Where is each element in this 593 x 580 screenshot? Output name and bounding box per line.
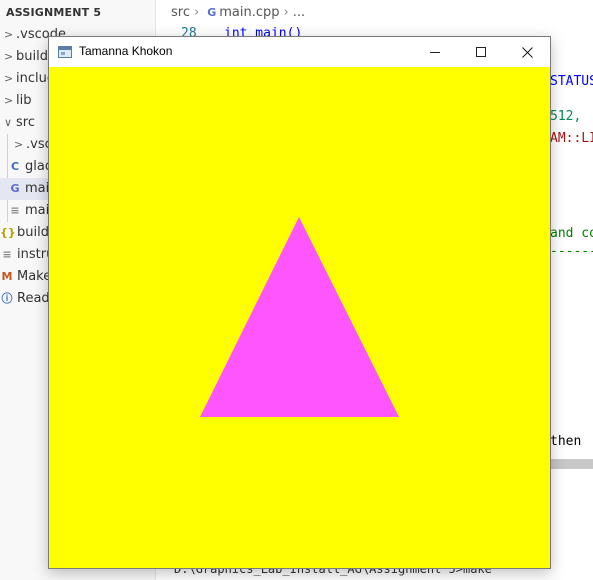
chevron-right-icon: > [4, 72, 14, 85]
code-fragment-ami: AM::LI [550, 131, 593, 146]
code-fragment-status: STATUS [550, 74, 593, 89]
tree-item-label: build [17, 225, 49, 240]
breadcrumb-folder[interactable]: src [171, 5, 190, 20]
text-file-icon: ≡ [10, 204, 20, 217]
tree-item-label: build [16, 49, 48, 64]
close-icon [521, 46, 533, 58]
tree-folder-src[interactable]: ∨ src [4, 112, 35, 134]
render-canvas [49, 67, 550, 568]
explorer-title: ASSIGNMENT 5 [6, 6, 102, 19]
code-fragment-comment: and co [550, 226, 593, 241]
tree-item-label: src [16, 115, 35, 130]
render-viewport [49, 67, 550, 568]
json-file-icon: {} [0, 226, 16, 239]
text-file-icon: ≡ [2, 248, 12, 261]
close-button[interactable] [504, 37, 550, 67]
app-window[interactable]: Tamanna Khokon [48, 36, 551, 569]
tree-item-label: lib [16, 93, 32, 108]
info-icon: ⓘ [1, 292, 13, 305]
breadcrumb-file[interactable]: main.cpp [219, 5, 279, 20]
window-app-icon [58, 46, 72, 58]
chevron-right-icon: › [283, 5, 289, 20]
maximize-icon [476, 47, 486, 57]
tree-folder-lib[interactable]: > lib [4, 90, 31, 112]
window-title: Tamanna Khokon [79, 44, 173, 58]
chevron-right-icon: > [14, 138, 24, 151]
chevron-right-icon: > [4, 50, 14, 63]
maximize-button[interactable] [458, 37, 504, 67]
breadcrumb: src › Gmain.cpp ›... [171, 5, 305, 23]
minimize-icon [430, 52, 440, 53]
cpp-file-icon: G [207, 6, 217, 19]
makefile-icon: M [1, 270, 13, 283]
code-fragment-512: 512, [550, 109, 582, 124]
breadcrumb-more[interactable]: ... [293, 5, 305, 20]
chevron-right-icon: › [193, 5, 200, 20]
tree-file-build-json[interactable]: {}build [0, 222, 49, 244]
horizontal-scrollbar[interactable] [550, 459, 593, 469]
window-titlebar[interactable]: Tamanna Khokon [49, 37, 550, 67]
chevron-down-icon: ∨ [4, 116, 13, 129]
chevron-right-icon: > [4, 94, 14, 107]
chevron-right-icon: > [4, 28, 14, 41]
minimize-button[interactable] [412, 37, 458, 67]
cpp-file-icon: G [10, 182, 20, 195]
code-fragment-dashes: ------- [550, 244, 593, 259]
code-fragment-then: then [550, 434, 582, 449]
tree-folder-build[interactable]: > build [4, 46, 48, 68]
c-file-icon: C [10, 160, 20, 173]
